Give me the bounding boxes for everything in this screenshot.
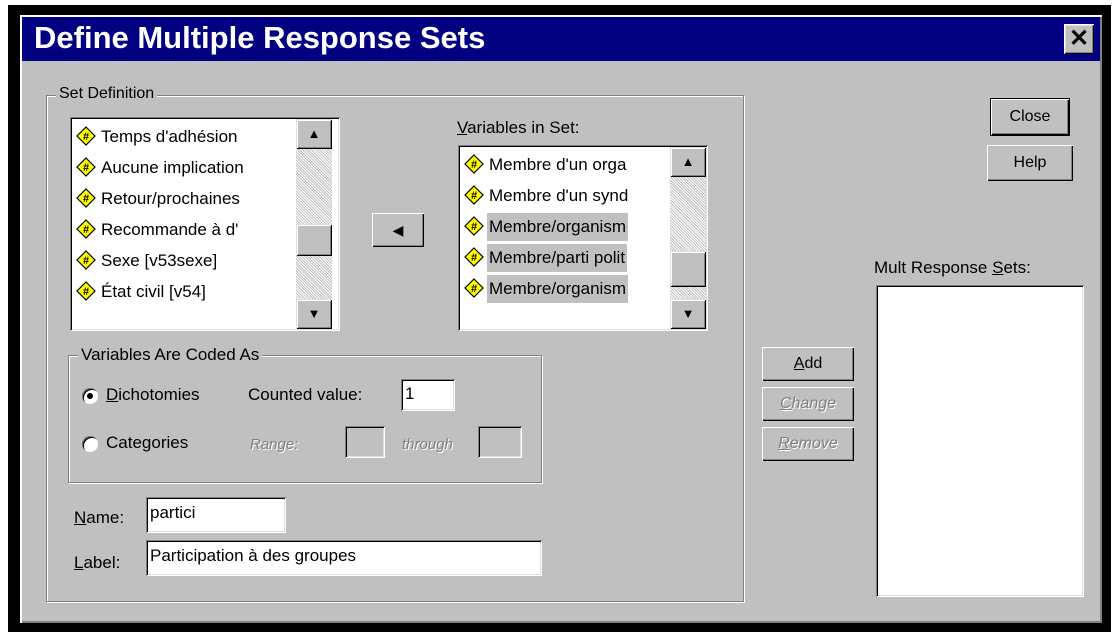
numeric-variable-icon: # [76,249,96,270]
help-button[interactable]: Help [987,145,1073,181]
close-button[interactable]: Close [991,99,1069,135]
counted-value-field[interactable]: 1 [401,379,455,411]
svg-text:#: # [471,190,477,202]
scroll-down-button[interactable]: ▼ [670,299,706,329]
dialog-title: Define Multiple Response Sets [34,20,486,55]
remove-button: Remove [762,427,854,461]
scroll-down-button[interactable]: ▼ [296,299,332,329]
numeric-variable-icon: # [76,156,96,177]
title-bar[interactable]: Define Multiple Response Sets ✕ [22,17,1100,61]
dichotomies-radio[interactable] [82,388,98,404]
svg-text:#: # [83,255,89,267]
scroll-up-button[interactable]: ▲ [296,119,332,149]
list-item[interactable]: # Membre/organism [464,213,628,241]
svg-text:#: # [83,131,89,143]
svg-text:#: # [471,159,477,171]
scroll-up-icon: ▲ [681,154,695,169]
variable-label: Recommande à d' [101,220,239,239]
variable-label: Aucune implication [101,158,244,177]
variable-label: Membre d'un orga [489,155,627,174]
categories-radio[interactable] [82,436,98,452]
variable-label: Temps d'adhésion [101,127,238,146]
numeric-variable-icon: # [464,215,484,236]
source-list-scrollbar[interactable]: ▲ ▼ [296,119,332,329]
through-label: through [402,436,453,453]
name-label: Name: [74,508,125,527]
coded-as-legend: Variables Are Coded As [78,345,263,365]
variable-label: Sexe [v53sexe] [101,251,218,270]
list-item[interactable]: # Membre d'un orga [464,151,628,179]
variable-label: Membre/organism [487,275,628,303]
label-value: Participation à des groupes [150,546,357,565]
list-item[interactable]: # Recommande à d' [76,216,240,244]
svg-text:#: # [471,221,477,233]
set-list-scrollbar[interactable]: ▲ ▼ [670,147,706,329]
range-to-field [478,426,522,458]
scroll-down-icon: ▼ [681,306,695,321]
move-variable-button[interactable]: ◀ [372,213,424,247]
scroll-up-button[interactable]: ▲ [670,147,706,177]
counted-value-text: 1 [405,384,415,403]
arrow-left-icon: ◀ [392,222,404,238]
define-multiple-response-sets-dialog: Define Multiple Response Sets ✕ Set Defi… [20,15,1102,623]
list-item[interactable]: # Membre/parti polit [464,244,628,272]
source-variable-list[interactable]: # Temps d'adhésion # Aucune implication # Ret… [70,117,340,331]
categories-label[interactable]: Categories [106,433,188,453]
set-definition-legend: Set Definition [56,85,158,103]
radio-selected-dot [87,393,93,399]
numeric-variable-icon: # [464,153,484,174]
numeric-variable-icon: # [76,280,96,301]
label-field[interactable]: Participation à des groupes [146,540,542,576]
numeric-variable-icon: # [464,277,484,298]
svg-text:#: # [83,162,89,174]
numeric-variable-icon: # [464,184,484,205]
variable-label: Membre d'un synd [489,186,629,205]
scroll-thumb[interactable] [670,251,706,287]
svg-text:#: # [471,283,477,295]
mult-response-sets-list[interactable] [876,285,1084,597]
scroll-down-icon: ▼ [307,306,321,321]
list-item[interactable]: # Aucune implication [76,154,246,182]
scroll-up-icon: ▲ [307,126,321,141]
range-label: Range: [250,436,299,453]
label-label: Label: [74,553,121,572]
name-field[interactable]: partici [146,497,286,533]
range-from-field [345,426,385,458]
list-item[interactable]: # Retour/prochaines [76,185,242,213]
svg-text:#: # [471,252,477,264]
close-icon: ✕ [1068,25,1090,52]
list-item[interactable]: # Membre/organism [464,275,628,303]
mult-response-sets-label: Mult Response Sets: [874,258,1031,277]
name-value: partici [150,503,196,522]
variable-label: Retour/prochaines [101,189,240,208]
svg-text:#: # [83,193,89,205]
numeric-variable-icon: # [76,218,96,239]
change-button: Change [762,387,854,421]
scroll-thumb[interactable] [296,224,332,256]
add-button[interactable]: Add [762,347,854,381]
svg-text:#: # [83,286,89,298]
list-item[interactable]: # Sexe [v53sexe] [76,247,219,275]
dichotomies-label[interactable]: Dichotomies [106,385,200,405]
variable-label: Membre/parti polit [487,244,628,272]
list-item[interactable]: # Membre d'un synd [464,182,630,210]
variable-label: Membre/organism [487,213,628,241]
list-item[interactable]: # Temps d'adhésion [76,123,240,151]
variables-in-set-label: Variables in Set: [457,118,580,137]
variables-in-set-list[interactable]: # Membre d'un orga # Membre d'un synd # Membr… [458,145,708,331]
coded-as-group [68,355,542,483]
counted-value-label: Counted value: [248,385,363,404]
numeric-variable-icon: # [76,125,96,146]
numeric-variable-icon: # [76,187,96,208]
close-x-button[interactable]: ✕ [1064,24,1094,54]
variable-label: État civil [v54] [101,282,206,301]
svg-text:#: # [83,224,89,236]
list-item[interactable]: # État civil [v54] [76,278,208,306]
numeric-variable-icon: # [464,246,484,267]
